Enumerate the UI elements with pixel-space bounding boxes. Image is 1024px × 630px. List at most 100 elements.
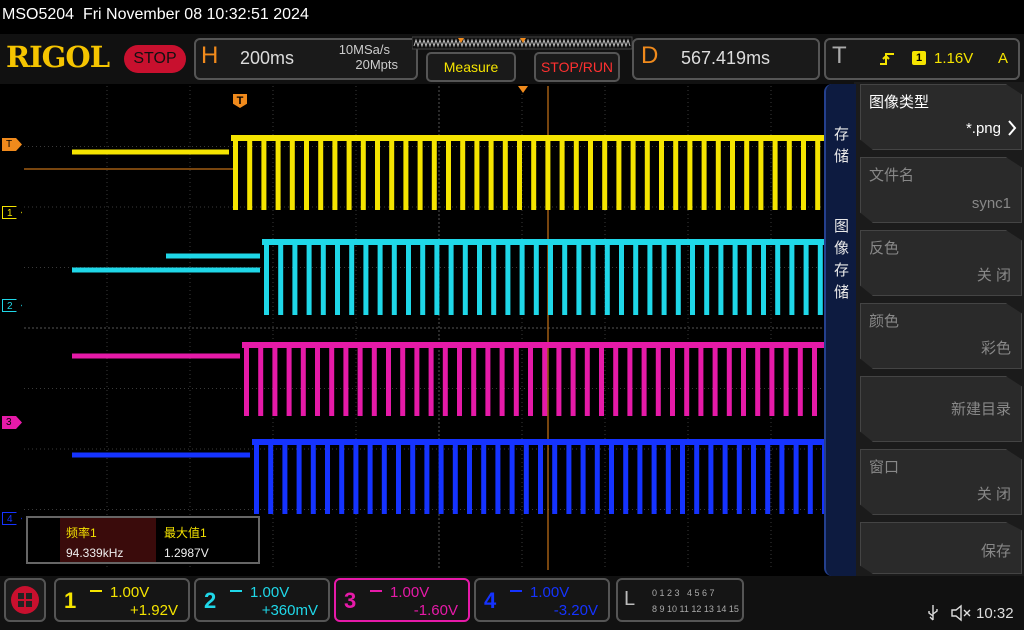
ch1-pulse	[715, 138, 721, 210]
menu-file-name[interactable]: 文件名 sync1	[860, 157, 1022, 223]
measure-button[interactable]: Measure	[426, 52, 516, 82]
ch4-pulse	[736, 442, 742, 514]
ch2-pulse	[675, 242, 681, 315]
channel-offset: -3.20V	[553, 602, 598, 619]
ch1-pulse	[815, 138, 821, 210]
ch3-pulse	[726, 345, 732, 416]
ch4-pulse	[680, 442, 685, 514]
ch4-pulse	[268, 442, 274, 514]
channel-scale: 1.00V	[110, 584, 150, 601]
grid-icon	[11, 586, 39, 614]
dc-coupling-icon	[510, 590, 522, 592]
menu-image-type[interactable]: 图像类型 *.png	[860, 84, 1022, 150]
menu-value: 关 闭	[976, 267, 1011, 284]
measurement-panel: 频率1 94.339kHz 最大值1 1.2987V	[26, 516, 260, 564]
ch1-pulse	[701, 138, 707, 210]
menu-new-folder[interactable]: 新建目录	[860, 376, 1022, 442]
menu-label: 反色	[869, 240, 900, 257]
ch2-pulse	[391, 242, 397, 315]
ch1-pulse	[403, 138, 409, 210]
channel-3-box[interactable]: 3 1.00V -1.60V	[334, 578, 470, 622]
ch3-pulse	[783, 345, 789, 416]
ch2-pulse	[576, 242, 582, 315]
ch1-pulse	[332, 138, 338, 210]
home-menu-button[interactable]	[4, 578, 46, 622]
ch2-pulse	[633, 242, 639, 315]
ch2-pulse	[732, 242, 738, 315]
ch1-pulse	[431, 138, 437, 210]
ch4-pulse	[665, 442, 671, 514]
ch1-pulse	[573, 138, 579, 210]
ch1-pulse	[772, 138, 778, 210]
stop-run-button[interactable]: STOP/RUN	[534, 52, 620, 82]
ch4-pulse	[552, 442, 558, 514]
ch3-pulse	[286, 345, 292, 416]
menu-value: 关 闭	[976, 486, 1011, 503]
ch3-pulse	[613, 345, 619, 416]
channel-4-box[interactable]: 4 1.00V -3.20V	[474, 578, 610, 622]
ch4-pulse	[254, 442, 259, 514]
ch2-pulse	[661, 242, 667, 315]
side-tab-storage[interactable]: 存储	[834, 124, 852, 168]
ch4-pulse	[467, 442, 472, 514]
ch1-pulse	[502, 138, 508, 210]
ch4-offset-marker[interactable]: 4	[2, 512, 22, 525]
memory-depth: 20Mpts	[355, 57, 398, 72]
trigger-mode: A	[998, 50, 1009, 67]
trigger-level-marker[interactable]: T	[2, 138, 22, 151]
ch3-pulse	[400, 345, 406, 416]
side-menu-tab[interactable]: 存储 图像存储	[824, 84, 856, 576]
ch3-pulse	[655, 345, 661, 416]
ch2-pulse	[519, 242, 525, 315]
ch3-pulse	[741, 345, 746, 416]
ch1-pulse	[247, 138, 253, 210]
channel-scale: 1.00V	[530, 584, 570, 601]
dc-coupling-icon	[90, 590, 102, 592]
ch1-pulse	[758, 138, 764, 210]
ch2-pulse	[562, 242, 568, 315]
channel-scale: 1.00V	[250, 584, 290, 601]
waveform-display[interactable]	[24, 86, 854, 570]
channel-2-box[interactable]: 2 1.00V +360mV	[194, 578, 330, 622]
ch3-pulse	[471, 345, 477, 416]
memory-overview-strip[interactable]	[412, 36, 634, 50]
menu-value: 新建目录	[950, 401, 1011, 418]
measurement-max: 最大值1 1.2987V	[158, 518, 254, 562]
menu-invert[interactable]: 反色 关 闭	[860, 230, 1022, 296]
logic-letter: L	[624, 588, 636, 610]
ch4-pulse	[452, 442, 458, 514]
mute-icon[interactable]	[950, 604, 972, 622]
ch4-pulse	[367, 442, 373, 514]
ch2-pulse	[335, 242, 340, 315]
ch1-pulse	[602, 138, 608, 210]
ch4-pulse	[779, 442, 785, 514]
ch4-pulse	[651, 442, 657, 514]
title-bar: MSO5204 Fri November 08 10:32:51 2024	[0, 0, 1024, 32]
channel-1-box[interactable]: 1 1.00V +1.92V	[54, 578, 190, 622]
ch1-offset-marker[interactable]: 1	[2, 206, 22, 219]
usb-icon	[928, 605, 938, 621]
menu-value: *.png	[965, 120, 1001, 137]
run-state-badge[interactable]: STOP	[124, 45, 186, 73]
menu-value: 彩色	[980, 340, 1011, 357]
ch1-pulse	[446, 138, 451, 210]
ch1-pulse	[275, 138, 281, 210]
ch2-pulse	[505, 242, 511, 315]
ch3-pulse	[414, 345, 420, 416]
ch3-offset-marker[interactable]: 3	[2, 416, 22, 429]
channel-offset: +360mV	[261, 602, 318, 619]
trigger-source-badge: 1	[912, 51, 926, 65]
ch3-pulse	[371, 345, 377, 416]
menu-label: 窗口	[869, 459, 900, 476]
side-tab-image-storage[interactable]: 图像存储	[834, 216, 852, 304]
ch2-offset-marker[interactable]: 2	[2, 299, 22, 312]
ch4-pulse	[381, 442, 387, 514]
logic-analyzer-box[interactable]: L 0 1 2 3 4 5 6 7 8 9 10 11 12 13 14 15	[616, 578, 744, 622]
ch2-pulse	[477, 242, 482, 315]
menu-color[interactable]: 颜色 彩色	[860, 303, 1022, 369]
rising-edge-icon	[880, 53, 894, 65]
menu-save[interactable]: 保存	[860, 522, 1022, 574]
ch4-pulse	[509, 442, 515, 514]
ch4-pulse	[793, 442, 799, 514]
menu-window[interactable]: 窗口 关 闭	[860, 449, 1022, 515]
